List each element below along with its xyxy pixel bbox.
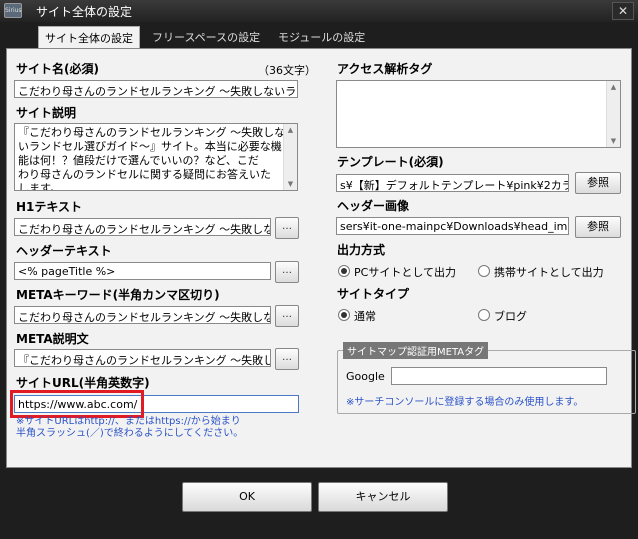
site-name-input[interactable]: こだわり母さんのランドセルランキング 〜失敗しないラン (14, 80, 298, 98)
meta-desc-input[interactable]: 『こだわり母さんのランドセルランキング 〜失敗した (14, 349, 271, 367)
site-url-label: サイトURL(半角英数字) (16, 376, 150, 390)
title-bar: Sirius サイト全体の設定 ✕ (0, 0, 638, 22)
window-title: サイト全体の設定 (36, 5, 133, 19)
output-mobile-label[interactable]: 携帯サイトとして出力 (494, 264, 604, 280)
header-image-browse-button[interactable]: 参照 (575, 216, 621, 238)
site-desc-line: 『こだわり母さんのランドセルランキング 〜失敗しな (18, 126, 286, 139)
url-note-line: ※サイトURLはhttp://、またはhttps://から始まり (16, 416, 241, 427)
analytics-textarea[interactable] (336, 80, 621, 148)
url-note-line: 半角スラッシュ(／)で終わるようにしてください。 (16, 428, 244, 439)
google-label: Google (346, 370, 385, 383)
meta-desc-label: META説明文 (16, 332, 89, 346)
google-input[interactable] (391, 367, 607, 385)
highlight-box (10, 390, 144, 418)
site-type-blog-label[interactable]: ブログ (494, 308, 527, 324)
meta-keywords-input[interactable]: こだわり母さんのランドセルランキング 〜失敗しな! (14, 306, 271, 324)
meta-keywords-browse-button[interactable]: … (275, 305, 299, 327)
output-pc-radio[interactable] (338, 265, 350, 277)
header-text-input[interactable]: <% pageTitle %> (14, 262, 271, 280)
header-text-browse-button[interactable]: … (275, 261, 299, 283)
h1-browse-button[interactable]: … (275, 217, 299, 239)
tab-site-settings[interactable]: サイト全体の設定 (38, 26, 140, 49)
ok-button[interactable]: OK (182, 482, 312, 512)
analytics-label: アクセス解析タグ (337, 62, 433, 76)
meta-desc-browse-button[interactable]: … (275, 348, 299, 370)
scroll-up-icon[interactable]: ▲ (284, 124, 297, 136)
site-desc-line: わり母さんのランドセルに関する疑問にお答えいた (18, 168, 271, 181)
scroll-down-icon[interactable]: ▼ (284, 178, 297, 190)
template-label: テンプレート(必須) (337, 155, 444, 169)
header-image-input[interactable]: sers¥it-one-mainpc¥Downloads¥head_img.gi… (336, 217, 569, 235)
meta-keywords-label: METAキーワード(半角カンマ区切り) (16, 288, 220, 302)
site-desc-line: いランドセル選びガイド〜』サイト。本当に必要な機 (18, 140, 282, 153)
template-input[interactable]: s¥【新】デフォルトテンプレート¥pink¥2カラム¥ (336, 174, 569, 192)
output-pc-label[interactable]: PCサイトとして出力 (354, 264, 456, 280)
output-mobile-radio[interactable] (478, 265, 490, 277)
header-image-label: ヘッダー画像 (337, 199, 410, 213)
scroll-up-icon[interactable]: ▲ (607, 81, 620, 93)
site-desc-line: 能は何！？値段だけで選んでいいの？など、こだ (18, 154, 259, 167)
scroll-down-icon[interactable]: ▼ (607, 135, 620, 147)
url-note: ※サイトURLはhttp://、またはhttps://から始まり 半角スラッシュ… (16, 416, 243, 440)
site-desc-line: します。 (18, 182, 61, 191)
template-browse-button[interactable]: 参照 (575, 172, 621, 194)
scrollbar[interactable]: ▲ ▼ (283, 124, 297, 190)
sitemap-note: ※サーチコンソールに登録する場合のみ使用します。 (346, 397, 584, 408)
h1-input[interactable]: こだわり母さんのランドセルランキング 〜失敗しな! (14, 218, 271, 236)
sitemap-legend: サイトマップ認証用METAタグ (343, 342, 489, 359)
char-count: （36文字） (258, 64, 316, 77)
site-type-normal-radio[interactable] (338, 309, 350, 321)
app-icon: Sirius (4, 3, 22, 18)
analytics-scrollbar[interactable]: ▲ ▼ (606, 81, 620, 147)
site-type-blog-radio[interactable] (478, 309, 490, 321)
site-type-label: サイトタイプ (337, 287, 410, 301)
site-name-label: サイト名(必須) (16, 62, 99, 76)
output-label: 出力方式 (337, 243, 386, 257)
header-text-label: ヘッダーテキスト (16, 244, 112, 258)
site-desc-textarea[interactable]: 『こだわり母さんのランドセルランキング 〜失敗しな いランドセル選びガイド〜』サ… (14, 123, 298, 191)
tab-modules[interactable]: モジュールの設定 (272, 26, 371, 48)
cancel-button[interactable]: キャンセル (318, 482, 448, 512)
site-desc-label: サイト説明 (16, 106, 77, 120)
tab-free-space[interactable]: フリースペースの設定 (146, 26, 266, 48)
close-button[interactable]: ✕ (612, 2, 634, 20)
site-type-normal-label[interactable]: 通常 (354, 308, 376, 324)
h1-label: H1テキスト (16, 200, 83, 214)
